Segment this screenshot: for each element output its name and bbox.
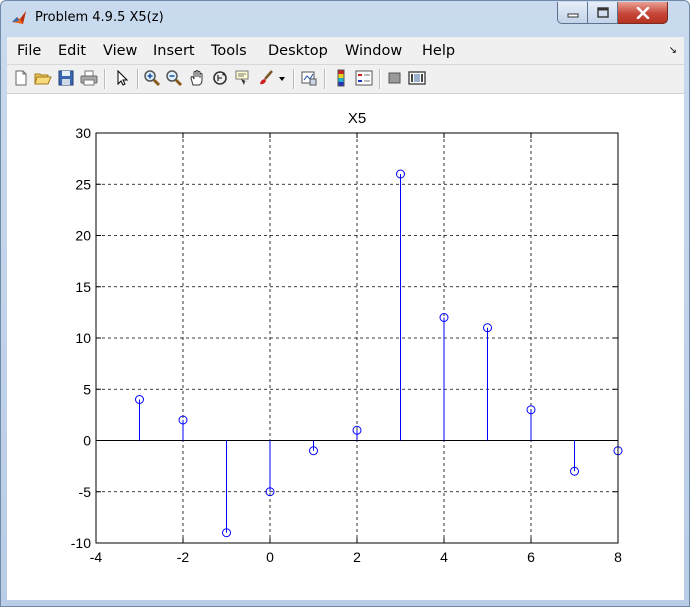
- figure-window: Problem 4.9.5 X5(z) File Edit View Inser…: [0, 0, 690, 607]
- print-icon[interactable]: [80, 69, 98, 87]
- x-tick-label: -4: [90, 549, 103, 565]
- matlab-icon: [12, 11, 26, 24]
- close-icon: [636, 6, 649, 19]
- menu-window[interactable]: Window: [345, 43, 402, 59]
- figure-canvas[interactable]: -4 -2 0 2 4 6 8 -10 -5 0 5 10 15 20 25 30 X5: [7, 94, 684, 600]
- insert-legend-icon[interactable]: [355, 69, 373, 87]
- minimize-button[interactable]: [557, 2, 588, 24]
- x-tick-label: 6: [527, 549, 535, 565]
- x-tick-label: -2: [177, 549, 190, 565]
- toolbar-separator: [324, 69, 326, 89]
- open-file-icon[interactable]: [34, 69, 52, 87]
- menu-overflow-icon[interactable]: ↘: [669, 45, 677, 56]
- zoom-in-icon[interactable]: [143, 69, 161, 87]
- y-tick-label: -5: [79, 484, 92, 500]
- menu-edit[interactable]: Edit: [58, 43, 86, 59]
- menu-desktop[interactable]: Desktop: [268, 43, 328, 59]
- link-plot-icon[interactable]: [300, 69, 318, 87]
- x-tick-label: 0: [266, 549, 274, 565]
- toolbar-separator: [293, 69, 295, 89]
- y-tick-label: 0: [83, 433, 91, 449]
- edit-plot-arrow-icon[interactable]: [113, 69, 131, 87]
- insert-colorbar-icon[interactable]: [332, 69, 350, 87]
- save-icon[interactable]: [57, 69, 75, 87]
- hide-plot-tools-icon[interactable]: [386, 69, 404, 87]
- toolbar-separator: [137, 69, 139, 89]
- y-tick-label: 5: [83, 381, 91, 397]
- zoom-out-icon[interactable]: [165, 69, 183, 87]
- x-tick-label: 4: [440, 549, 448, 565]
- y-tick-label: -10: [71, 535, 91, 551]
- menu-help[interactable]: Help: [422, 43, 455, 59]
- figure-toolbar: [7, 65, 684, 94]
- brush-icon[interactable]: [257, 69, 275, 87]
- title-bar[interactable]: Problem 4.9.5 X5(z): [1, 1, 689, 35]
- y-tick-label: 15: [75, 279, 91, 295]
- y-tick-label: 20: [75, 228, 91, 244]
- toolbar-separator: [379, 69, 381, 89]
- menu-view[interactable]: View: [103, 43, 137, 59]
- rotate-3d-icon[interactable]: [211, 69, 229, 87]
- window-title: Problem 4.9.5 X5(z): [35, 10, 164, 25]
- dropdown-arrow-icon[interactable]: [277, 69, 287, 87]
- maximize-button[interactable]: [588, 2, 618, 24]
- data-cursor-icon[interactable]: [234, 69, 252, 87]
- new-figure-icon[interactable]: [12, 69, 30, 87]
- close-button[interactable]: [618, 2, 668, 24]
- y-tick-label: 25: [75, 176, 91, 192]
- minimize-icon: [567, 13, 578, 17]
- maximize-icon: [596, 7, 609, 18]
- y-tick-label: 10: [75, 330, 91, 346]
- x-tick-label: 8: [614, 549, 622, 565]
- menu-file[interactable]: File: [17, 43, 41, 59]
- pan-hand-icon[interactable]: [188, 69, 206, 87]
- toolbar-separator: [104, 69, 106, 89]
- x-tick-label: 2: [353, 549, 361, 565]
- plot-title: X5: [348, 110, 366, 127]
- y-tick-label: 30: [75, 125, 91, 141]
- stem-plot[interactable]: -4 -2 0 2 4 6 8 -10 -5 0 5 10 15 20 25 30 X5: [7, 94, 684, 600]
- menu-bar: File Edit View Insert Tools Desktop Wind…: [7, 37, 684, 65]
- menu-tools[interactable]: Tools: [211, 43, 247, 59]
- show-plot-tools-icon[interactable]: [408, 69, 426, 87]
- menu-insert[interactable]: Insert: [153, 43, 195, 59]
